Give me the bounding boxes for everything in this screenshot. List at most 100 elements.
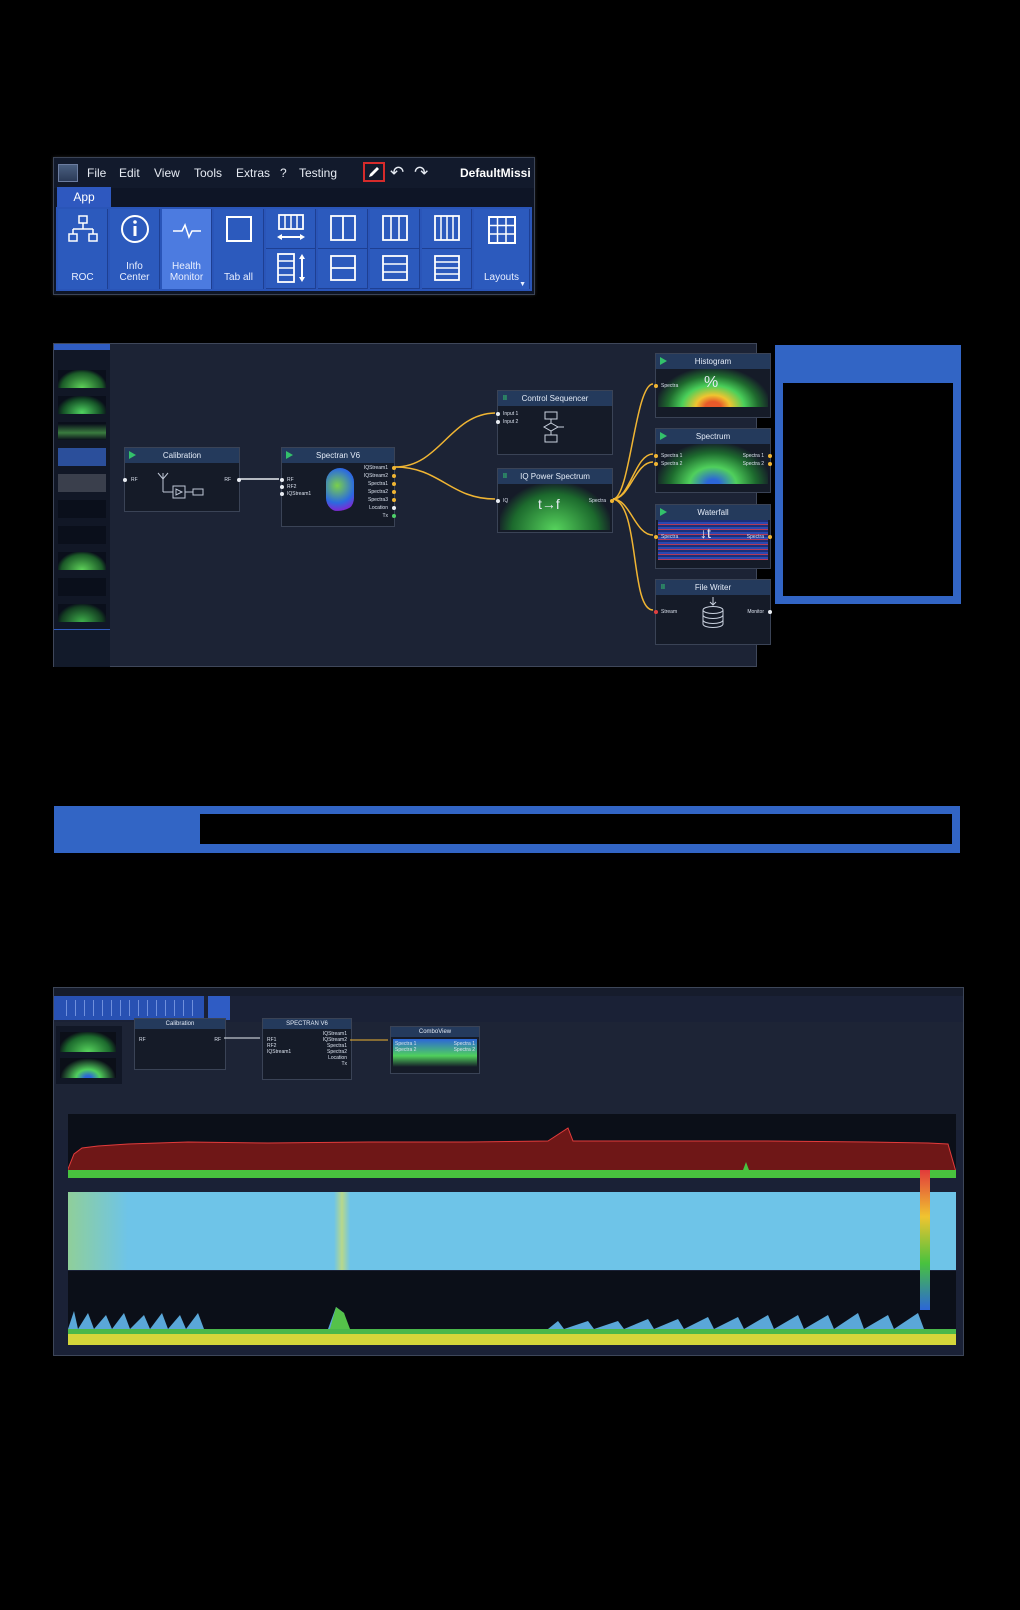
node-file-writer[interactable]: II File Writer Stream Monitor xyxy=(654,579,772,645)
menu-testing[interactable]: Testing xyxy=(299,166,337,180)
port-out[interactable] xyxy=(768,610,772,614)
graph-canvas[interactable]: Calibration RF RF Spectran V6 RF RF2 IQS… xyxy=(110,344,772,666)
node-glyph: % xyxy=(704,374,719,391)
thumbnail-sequencer[interactable] xyxy=(58,474,106,492)
color-scale-bar[interactable] xyxy=(920,1170,930,1310)
node-histogram[interactable]: Histogram % Spectra xyxy=(654,353,771,418)
thumbnail-antenna[interactable] xyxy=(58,526,106,544)
tab-app[interactable]: App xyxy=(57,187,111,207)
port-out[interactable] xyxy=(392,514,396,518)
layout-3-columns-button[interactable] xyxy=(370,209,420,249)
pause-icon[interactable]: II xyxy=(503,473,507,480)
sidebar-properties xyxy=(54,629,110,667)
port-out[interactable] xyxy=(392,466,396,470)
three-columns-icon xyxy=(382,215,408,241)
spectrum-plot[interactable] xyxy=(68,1114,956,1178)
thumbnail-iq[interactable] xyxy=(58,422,106,440)
node-title: Control Sequencer xyxy=(521,394,589,403)
port-in[interactable] xyxy=(654,384,658,388)
port-out[interactable] xyxy=(768,454,772,458)
pencil-icon xyxy=(369,167,379,177)
database-icon xyxy=(702,597,724,628)
four-columns-icon xyxy=(434,215,460,241)
menu-file[interactable]: File xyxy=(87,166,106,180)
menu-view[interactable]: View xyxy=(154,166,180,180)
port-out[interactable] xyxy=(392,474,396,478)
bar-screen xyxy=(200,814,952,844)
node-spectran[interactable]: Spectran V6 RF RF2 IQStream1 IQStream1 I… xyxy=(280,447,396,527)
menu-edit[interactable]: Edit xyxy=(119,166,140,180)
node-calibration[interactable]: Calibration RF RF xyxy=(123,447,241,512)
port-in[interactable] xyxy=(496,420,500,424)
node-title: Calibration xyxy=(162,451,202,460)
full-ribbon xyxy=(54,996,204,1020)
thumbnail-calibration[interactable] xyxy=(58,500,106,518)
redo-icon[interactable]: ↷ xyxy=(414,163,428,183)
port-in[interactable] xyxy=(496,412,500,416)
port-label: IQStream1 xyxy=(363,465,388,471)
play-icon[interactable] xyxy=(286,451,293,459)
pause-icon[interactable]: II xyxy=(661,584,665,591)
layout-horizontal-stretch-button[interactable] xyxy=(266,209,316,249)
info-center-label: Info Center xyxy=(119,261,150,283)
thumbnail-spectrum[interactable] xyxy=(58,396,106,414)
port-in[interactable] xyxy=(280,485,284,489)
layout-4-rows-button[interactable] xyxy=(422,249,472,289)
node-iq-power-spectrum[interactable]: II IQ Power Spectrum t→f IQ Spectra xyxy=(496,468,614,533)
layout-2-columns-button[interactable] xyxy=(318,209,368,249)
port-out[interactable] xyxy=(392,490,396,494)
full-ribbon-extra[interactable] xyxy=(208,996,230,1020)
node-spectrum[interactable]: Spectrum Spectra 1 Spectra 2 Spectra 1 S… xyxy=(654,428,772,493)
port-out[interactable] xyxy=(392,506,396,510)
pause-icon[interactable]: II xyxy=(503,395,507,402)
histogram-plot[interactable] xyxy=(68,1271,956,1345)
node-waterfall[interactable]: Waterfall ↓t Spectra Spectra xyxy=(654,504,772,569)
play-icon[interactable] xyxy=(660,357,667,365)
health-monitor-button[interactable]: Health Monitor xyxy=(162,209,212,289)
port-out[interactable] xyxy=(768,535,772,539)
port-in-rf[interactable] xyxy=(123,478,127,482)
port-out[interactable] xyxy=(610,499,614,503)
thumbnail-waterfall[interactable] xyxy=(58,448,106,466)
port-label: Spectra xyxy=(661,383,679,389)
layouts-button[interactable]: Layouts ▼ xyxy=(474,209,530,289)
node-control-sequencer[interactable]: II Control Sequencer Input 1 Input 2 xyxy=(496,390,613,455)
roc-label: ROC xyxy=(71,272,94,283)
port-in[interactable] xyxy=(654,454,658,458)
layout-vertical-stretch-button[interactable] xyxy=(266,249,316,289)
menu-help[interactable]: ? xyxy=(280,166,287,180)
tab-all-button[interactable]: Tab all xyxy=(214,209,264,289)
port-out-rf[interactable] xyxy=(237,478,241,482)
edit-pencil-button[interactable] xyxy=(363,162,385,182)
thumbnail-filewriter[interactable] xyxy=(58,578,106,596)
mission-name: DefaultMissi xyxy=(460,166,531,180)
menu-extras[interactable]: Extras xyxy=(236,166,270,180)
play-icon[interactable] xyxy=(129,451,136,459)
layout-3-rows-button[interactable] xyxy=(370,249,420,289)
info-center-button[interactable]: Info Center xyxy=(110,209,160,289)
thumbnail-spectra[interactable] xyxy=(58,552,106,570)
port-in[interactable] xyxy=(654,535,658,539)
thumbnail-histogram[interactable] xyxy=(58,370,106,388)
waterfall-plot[interactable] xyxy=(68,1192,956,1270)
port-in[interactable] xyxy=(496,499,500,503)
full-ribbon-buttons[interactable] xyxy=(58,1000,198,1016)
port-in[interactable] xyxy=(654,610,658,614)
layout-2-rows-button[interactable] xyxy=(318,249,368,289)
port-in[interactable] xyxy=(280,492,284,496)
play-icon[interactable] xyxy=(660,508,667,516)
menu-tools[interactable]: Tools xyxy=(194,166,222,180)
port-in[interactable] xyxy=(280,478,284,482)
layout-4-columns-button[interactable] xyxy=(422,209,472,249)
vertical-stretch-icon xyxy=(277,253,305,283)
port-in[interactable] xyxy=(654,462,658,466)
node-title: Histogram xyxy=(694,357,732,366)
undo-icon[interactable]: ↶ xyxy=(390,163,404,183)
port-out[interactable] xyxy=(392,498,396,502)
play-icon[interactable] xyxy=(660,432,667,440)
port-out[interactable] xyxy=(768,462,772,466)
thumbnail-combo[interactable] xyxy=(58,604,106,622)
roc-button[interactable]: ROC xyxy=(58,209,108,289)
port-label: RF xyxy=(287,477,294,483)
port-out[interactable] xyxy=(392,482,396,486)
